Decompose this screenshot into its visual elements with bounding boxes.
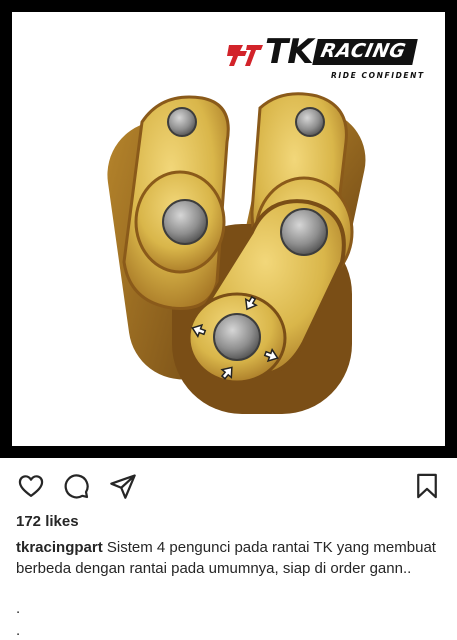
likes-count[interactable]: 172 likes <box>16 513 79 530</box>
like-button[interactable] <box>15 468 47 504</box>
comment-icon <box>64 474 89 499</box>
caption-username[interactable]: tkracingpart <box>16 539 103 556</box>
chain-pin <box>213 313 261 361</box>
tk-racing-logo: TK RACING RIDE CONFIDENT <box>225 35 439 85</box>
paper-plane-icon <box>110 474 136 499</box>
bookmark-icon <box>417 473 437 499</box>
post-caption: tkracingpart Sistem 4 pengunci pada rant… <box>16 537 446 579</box>
post-image-frame: TK RACING RIDE CONFIDENT <box>0 0 457 458</box>
chain-pin <box>167 107 197 137</box>
brand-tagline: RIDE CONFIDENT <box>331 71 425 80</box>
save-button[interactable] <box>411 468 443 504</box>
brand-name-secondary: RACING <box>311 39 418 65</box>
chain-pin <box>295 107 325 137</box>
caption-line: . <box>16 622 21 639</box>
comment-button[interactable] <box>60 468 92 504</box>
caption-line: . <box>16 600 21 617</box>
chain-pin <box>162 199 208 245</box>
brand-name-primary: TK <box>265 32 314 72</box>
post-image[interactable]: TK RACING RIDE CONFIDENT <box>12 12 445 446</box>
tk-emblem-icon <box>225 39 267 69</box>
chain-pin <box>280 208 328 256</box>
post-actions-bar <box>0 468 457 508</box>
share-button[interactable] <box>107 468 139 504</box>
heart-icon <box>18 475 44 498</box>
